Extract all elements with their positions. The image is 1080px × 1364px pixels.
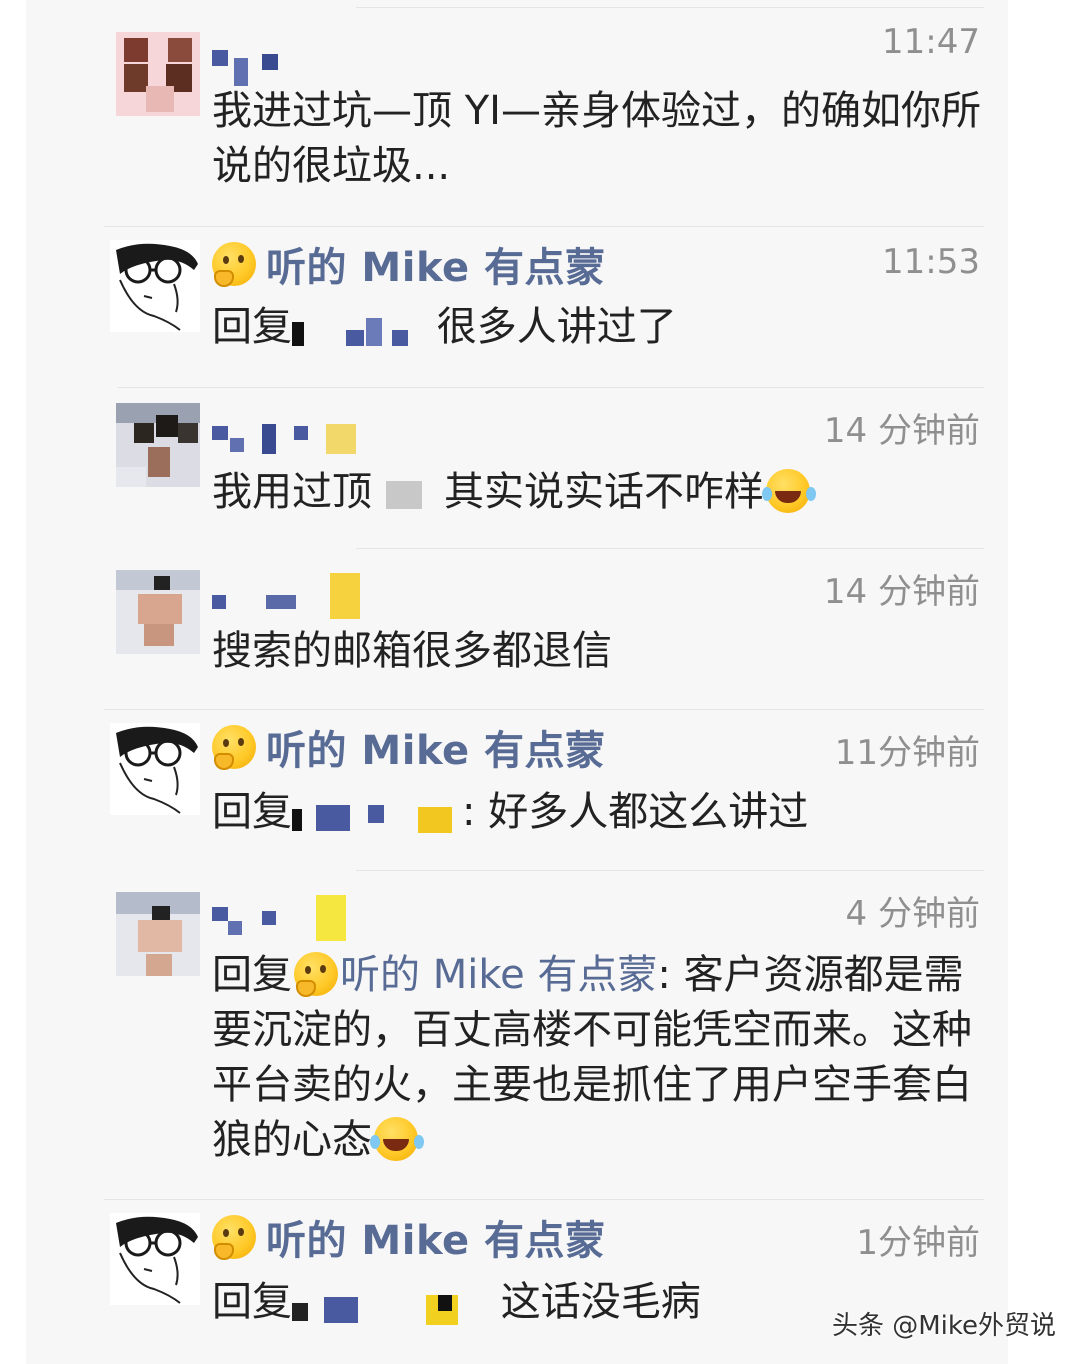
- author-name-obscured[interactable]: [212, 413, 356, 465]
- avatar[interactable]: [116, 570, 200, 654]
- avatar-illustration: [116, 243, 198, 331]
- obscured-name[interactable]: [292, 1287, 488, 1325]
- author-name-row[interactable]: 听的 Mike 有点蒙: [212, 718, 606, 776]
- author-name-obscured[interactable]: [212, 892, 346, 944]
- comment-text: 我进过坑—顶 YI—亲身体验过，的确如你所说的很垃圾...: [212, 88, 981, 189]
- avatar[interactable]: [116, 403, 200, 487]
- comment-time: 4 分钟前: [845, 894, 980, 934]
- comment-text-part: 我用过顶: [212, 469, 372, 515]
- thinking-face-icon: [212, 242, 256, 287]
- obscured-name[interactable]: [292, 312, 424, 346]
- avatar[interactable]: [116, 892, 200, 976]
- comment-item: 听的 Mike 有点蒙 11分钟前 回复 : 好多人都这么讲过: [26, 709, 1008, 869]
- avatar[interactable]: [110, 723, 200, 815]
- obscured-name[interactable]: [292, 797, 462, 833]
- comment-list: 11:47 我进过坑—顶 YI—亲身体验过，的确如你所说的很垃圾... 听的 M…: [26, 0, 1008, 1364]
- avatar-illustration: [116, 1216, 198, 1304]
- thinking-face-icon: [212, 725, 256, 770]
- avatar[interactable]: [116, 32, 200, 116]
- reply-prefix: 回复: [212, 1279, 292, 1325]
- author-name[interactable]: 听的 Mike 有点蒙: [266, 235, 606, 293]
- comment-time: 11:53: [882, 242, 980, 282]
- author-name-obscured[interactable]: [212, 32, 278, 86]
- author-name[interactable]: 听的 Mike 有点蒙: [266, 718, 606, 776]
- obscured-word: [372, 477, 444, 511]
- reply-prefix: 回复: [212, 304, 292, 350]
- comment-time: 11分钟前: [834, 733, 980, 773]
- avatar[interactable]: [110, 240, 200, 332]
- comment-item: 听的 Mike 有点蒙 11:53 回复 很多人讲过了: [26, 226, 1008, 386]
- comment-text: 搜索的邮箱很多都退信: [212, 628, 612, 674]
- tears-of-joy-icon: [762, 469, 810, 513]
- reply-text: 这话没毛病: [500, 1279, 701, 1325]
- comment-item: 14 分钟前 搜索的邮箱很多都退信: [26, 548, 1008, 708]
- avatar-illustration: [116, 726, 198, 814]
- comment-text: 我用过顶 其实说实话不咋样: [212, 465, 992, 520]
- author-name-row[interactable]: 听的 Mike 有点蒙: [212, 1208, 606, 1266]
- author-name[interactable]: 听的 Mike 有点蒙: [266, 1208, 606, 1266]
- comment-time: 14 分钟前: [823, 411, 980, 451]
- comment-item: 14 分钟前 我用过顶 其实说实话不咋样: [26, 387, 1008, 547]
- comment-time: 14 分钟前: [823, 572, 980, 612]
- comment-text-part: 其实说实话不咋样: [444, 469, 764, 515]
- comment-time: 1分钟前: [856, 1223, 980, 1263]
- comment-time: 11:47: [882, 22, 980, 62]
- tears-of-joy-icon: [370, 1117, 418, 1161]
- reply-text: 很多人讲过了: [436, 304, 677, 350]
- author-name-obscured[interactable]: [212, 570, 360, 622]
- reply-prefix: 回复: [212, 952, 292, 998]
- thinking-face-icon: [212, 1215, 256, 1260]
- comment-text: 回复 很多人讲过了: [212, 300, 992, 355]
- reply-to-name[interactable]: 听的 Mike 有点蒙: [340, 952, 657, 998]
- comment-item: 4 分钟前 回复 听的 Mike 有点蒙: 客户资源都是需要沉淀的，百丈高楼不可能…: [26, 870, 1008, 1200]
- watermark: 头条 @Mike外贸说: [831, 1311, 1056, 1341]
- comment-text: 回复 听的 Mike 有点蒙: 客户资源都是需要沉淀的，百丈高楼不可能凭空而来。这…: [212, 948, 992, 1168]
- reply-text: : 好多人都这么讲过: [462, 789, 809, 835]
- comment-item: 11:47 我进过坑—顶 YI—亲身体验过，的确如你所说的很垃圾...: [26, 0, 1008, 225]
- thinking-face-icon: [294, 952, 338, 997]
- author-name-row[interactable]: 听的 Mike 有点蒙: [212, 235, 606, 293]
- comment-text: 回复 : 好多人都这么讲过: [212, 785, 992, 840]
- reply-prefix: 回复: [212, 789, 292, 835]
- avatar[interactable]: [110, 1213, 200, 1305]
